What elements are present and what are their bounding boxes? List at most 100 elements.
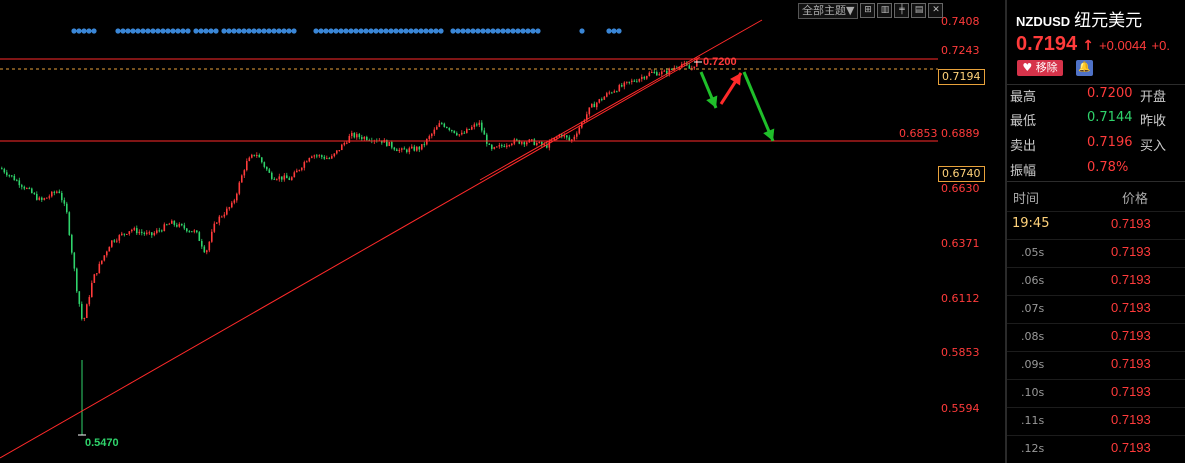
candle-body (603, 96, 606, 100)
crosshair-icon[interactable]: ╪ (894, 3, 910, 18)
candle-body (61, 193, 63, 201)
remove-watchlist-button[interactable]: ♥ 移除 (1017, 60, 1063, 76)
event-dot (520, 28, 526, 34)
candle-body (343, 143, 346, 145)
price-row: 0.7194 ↑ +0.0044 +0. (1016, 33, 1170, 56)
up-arrow-icon: ↑ (1082, 38, 1094, 54)
candle-body (33, 193, 36, 195)
candle-body (626, 81, 628, 83)
candle-body (206, 250, 208, 253)
candle-body (148, 232, 151, 234)
symbol-header: NZDUSD 纽元美元 (1016, 6, 1142, 31)
candle-body (1, 168, 3, 170)
tick-price: 0.7193 (1111, 412, 1151, 427)
event-dot (175, 28, 181, 34)
candle-body (256, 154, 258, 156)
tick-time: .12s (1021, 442, 1045, 455)
event-dot (241, 28, 247, 34)
candle-body (688, 65, 691, 69)
divider (1007, 84, 1185, 85)
chart-area[interactable]: 0.7408 0.7243 0.6889 0.6630 0.6371 0.6112 0.58… (0, 0, 1006, 463)
stat-label-bid: 卖出 (1010, 139, 1037, 154)
candle-body (478, 122, 481, 126)
expand-icon[interactable]: ⊞ (860, 3, 876, 18)
candle-body (696, 58, 698, 67)
candle-body (101, 260, 103, 264)
candle-body (133, 228, 136, 230)
ruler-icon[interactable]: ▤ (911, 3, 927, 18)
event-dot (236, 28, 242, 34)
event-dot (291, 28, 297, 34)
event-dot (333, 28, 339, 34)
candle-body (351, 132, 353, 137)
theme-dropdown[interactable]: 全部主题▼ (798, 3, 859, 19)
candle-body (443, 123, 446, 127)
candle-body (428, 136, 431, 139)
high-marker-label: 0.7200 (703, 56, 737, 68)
close-icon[interactable]: ✕ (928, 3, 944, 18)
candle-body (391, 141, 393, 148)
event-dot (500, 28, 506, 34)
candle-body (233, 200, 236, 203)
stat-value-high: 0.7200 (1087, 86, 1133, 101)
indicator-icon[interactable]: ▥ (877, 3, 893, 18)
candle-body (531, 139, 533, 141)
candle-body (123, 233, 126, 235)
candle-body (566, 135, 568, 138)
candle-body (361, 137, 363, 139)
candle-body (253, 154, 256, 156)
candle-body (611, 92, 613, 94)
event-dot (185, 28, 191, 34)
candle-body (36, 193, 38, 200)
candle-body (226, 208, 228, 215)
candle-body (261, 157, 263, 163)
candle-body (168, 223, 171, 225)
event-dot (363, 28, 369, 34)
candlestick-chart[interactable]: 0.7408 0.7243 0.6889 0.6630 0.6371 0.6112 0.58… (0, 0, 1006, 463)
candle-body (16, 180, 18, 182)
candle-body (203, 246, 206, 253)
event-dot (465, 28, 471, 34)
candle-body (366, 136, 368, 141)
event-dot (348, 28, 354, 34)
candle-body (91, 282, 93, 298)
event-dot (76, 28, 82, 34)
event-dot (490, 28, 496, 34)
candle-body (436, 126, 438, 130)
event-dot (418, 28, 424, 34)
event-dot (525, 28, 531, 34)
candle-body (73, 252, 76, 269)
stat-label-prev-close: 昨收 (1140, 114, 1167, 129)
tick-row-divider (1007, 407, 1185, 408)
candle-body (431, 133, 433, 137)
candle-body (493, 147, 496, 149)
candle-body (28, 188, 31, 190)
event-dot (423, 28, 429, 34)
event-dot (180, 28, 186, 34)
tick-row-divider (1007, 323, 1185, 324)
event-dot (616, 28, 622, 34)
alert-bell-button[interactable]: 🔔 (1076, 60, 1093, 76)
stat-label-low: 最低 (1010, 114, 1037, 129)
event-dot (413, 28, 419, 34)
axis-tick-label: 0.6112 (941, 292, 980, 305)
candle-body (138, 231, 141, 234)
candle-body (43, 198, 46, 200)
candle-body (193, 230, 196, 232)
event-dot (140, 28, 146, 34)
candle-body (93, 274, 96, 283)
candle-body (113, 240, 116, 242)
candle-body (471, 126, 473, 130)
candle-body (533, 139, 536, 146)
candle-body (496, 146, 498, 148)
tick-time: .06s (1021, 274, 1045, 287)
axis-tick-label: 0.7408 (941, 15, 980, 28)
candle-body (198, 232, 201, 241)
candle-body (38, 197, 41, 200)
event-dot (338, 28, 344, 34)
event-dot (115, 28, 121, 34)
event-dot (433, 28, 439, 34)
candle-body (88, 297, 91, 305)
candle-body (608, 92, 611, 94)
candle-body (598, 99, 601, 103)
